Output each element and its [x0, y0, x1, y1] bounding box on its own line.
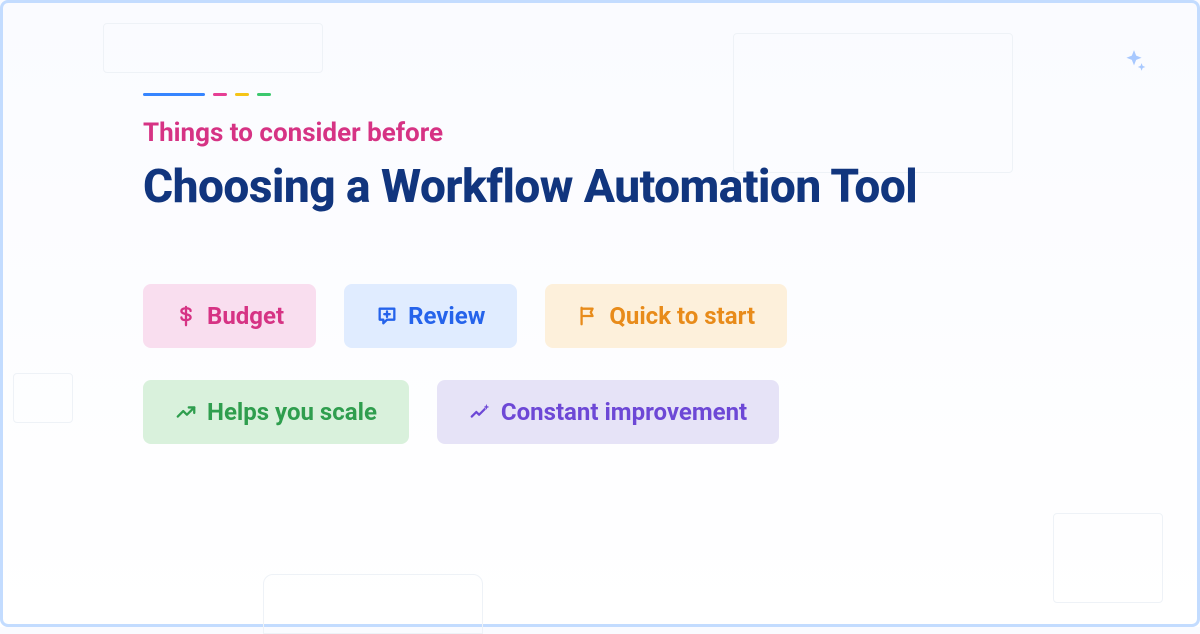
chip-scale: Helps you scale	[143, 380, 409, 444]
chips-row-1: Budget Review Quick to start	[143, 284, 1057, 348]
chip-label: Budget	[207, 302, 284, 330]
bg-decorative-rect	[1053, 513, 1163, 603]
chip-label: Constant improvement	[501, 398, 747, 426]
chip-quick: Quick to start	[545, 284, 787, 348]
accent-lines	[143, 93, 1057, 96]
accent-line-pink	[213, 93, 227, 96]
chips-row-2: Helps you scale Constant improvement	[143, 380, 1057, 444]
message-plus-icon	[376, 305, 398, 327]
chip-review: Review	[344, 284, 517, 348]
sparkle-trend-icon	[469, 401, 491, 423]
main-content: Things to consider before Choosing a Wor…	[3, 3, 1197, 444]
chip-label: Helps you scale	[207, 398, 377, 426]
chip-label: Review	[408, 302, 485, 330]
chip-label: Quick to start	[609, 302, 755, 330]
chip-improve: Constant improvement	[437, 380, 779, 444]
bg-decorative-rect	[263, 574, 483, 634]
accent-line-yellow	[235, 93, 249, 96]
eyebrow-text: Things to consider before	[143, 118, 1057, 148]
flag-icon	[577, 305, 599, 327]
accent-line-green	[257, 93, 271, 96]
trending-up-icon	[175, 401, 197, 423]
accent-line-blue	[143, 93, 205, 96]
headline: Choosing a Workflow Automation Tool	[143, 160, 1057, 214]
dollar-icon	[175, 305, 197, 327]
chip-budget: Budget	[143, 284, 316, 348]
